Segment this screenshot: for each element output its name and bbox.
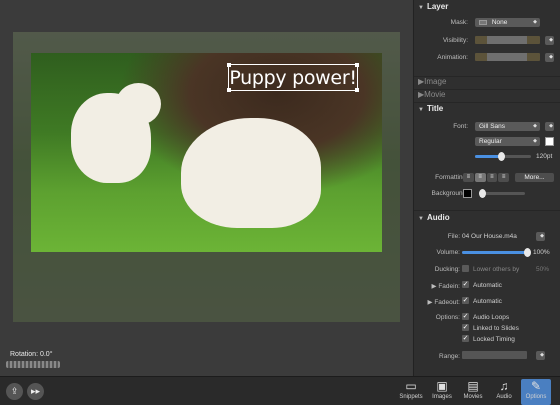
layer-section-header[interactable]: ▼ Layer <box>414 2 560 14</box>
volume-fill <box>462 251 528 254</box>
font-size-knob[interactable] <box>498 152 505 161</box>
align-left-icon[interactable]: ≡ <box>463 173 474 182</box>
visibility-menu[interactable]: ◆ <box>545 36 554 45</box>
visibility-range[interactable] <box>475 36 540 44</box>
popup-arrows-icon: ◆ <box>549 123 553 129</box>
volume-value: 100% <box>533 249 550 256</box>
rotation-slider[interactable] <box>6 361 60 368</box>
puppy-left-head <box>116 83 161 125</box>
volume-slider[interactable] <box>462 248 531 257</box>
disclosure-open-icon: ▼ <box>418 107 424 113</box>
movie-section-header[interactable]: ▶Movie <box>414 89 560 101</box>
title-text-box[interactable]: Puppy power! <box>227 63 359 92</box>
range-label: Range: <box>439 353 460 360</box>
animation-label: Animation: <box>437 54 468 61</box>
linked-to-slides-text: Linked to Slides <box>473 325 519 332</box>
fadein-text: Automatic <box>473 282 502 289</box>
ducking-text: Lower others by <box>473 266 520 273</box>
fadeout-label[interactable]: ▶ Fadeout: <box>414 298 460 306</box>
volume-label: Volume: <box>436 249 461 256</box>
volume-knob[interactable] <box>524 248 531 257</box>
file-name: 04 Our House.m4a <box>462 233 517 240</box>
puppy-right-head <box>201 148 261 198</box>
font-size-value: 120pt <box>536 153 553 160</box>
popup-arrows-icon: ◆ <box>533 123 537 129</box>
align-right-icon[interactable]: ≡ <box>486 173 498 182</box>
image-section-header[interactable]: ▶Image <box>414 76 560 88</box>
slide-canvas[interactable]: Puppy power! Rotation: 0.0° <box>0 0 412 376</box>
bottom-toolbar: ⇪ ▸▸ ▭ Snippets ▣ Images ▤ Movies ♫ Audi… <box>0 376 560 405</box>
movies-icon: ▤ <box>467 379 479 393</box>
fadeout-checkbox[interactable]: ✓ <box>462 297 469 304</box>
rotation-label: Rotation: 0.0° <box>10 351 53 358</box>
tool-images[interactable]: ▣ Images <box>427 379 457 405</box>
align-justify-icon[interactable]: ≡ <box>498 173 509 182</box>
range-control[interactable] <box>462 351 527 359</box>
background-label: Background: <box>431 190 469 197</box>
tool-movies[interactable]: ▤ Movies <box>458 379 488 405</box>
fadeout-text: Automatic <box>473 298 502 305</box>
popup-arrows-icon: ◆ <box>533 138 537 144</box>
tool-snippets[interactable]: ▭ Snippets <box>396 379 426 405</box>
formatting-label: Formatting: <box>435 174 468 181</box>
options-icon: ✎ <box>530 379 542 393</box>
popup-arrows-icon: ◆ <box>533 19 537 25</box>
range-menu[interactable]: ◆ <box>536 351 545 360</box>
share-icon[interactable]: ⇪ <box>6 383 23 400</box>
font-style-popup[interactable]: Regular ◆ <box>475 137 540 146</box>
fast-forward-icon[interactable]: ▸▸ <box>27 383 44 400</box>
background-opacity-slider[interactable] <box>479 189 525 198</box>
locked-timing-checkbox[interactable]: ✓ <box>462 335 469 342</box>
ducking-checkbox[interactable] <box>462 265 469 272</box>
file-label: File: <box>447 233 460 240</box>
disclosure-open-icon: ▼ <box>418 5 424 11</box>
fadein-label[interactable]: ▶ Fadein: <box>414 282 461 290</box>
audio-icon: ♫ <box>499 379 509 393</box>
visibility-label: Visibility: <box>442 37 468 44</box>
file-menu[interactable]: ◆ <box>536 232 545 241</box>
font-popup[interactable]: Gill Sans ◆ <box>475 122 540 131</box>
options-label: Options: <box>435 314 460 321</box>
popup-arrows-icon: ◆ <box>549 54 553 60</box>
font-menu[interactable]: ◆ <box>545 122 554 131</box>
text-color-well[interactable] <box>545 137 554 146</box>
audio-loops-text: Audio Loops <box>473 314 510 321</box>
popup-arrows-icon: ◆ <box>540 352 544 358</box>
locked-timing-text: Locked Timing <box>473 336 515 343</box>
align-center-icon[interactable]: ≡ <box>474 173 486 182</box>
mask-label: Mask: <box>450 19 468 26</box>
popup-arrows-icon: ◆ <box>540 233 544 239</box>
linked-to-slides-checkbox[interactable]: ✓ <box>462 324 469 331</box>
audio-section-header[interactable]: ▼ Audio <box>414 213 560 225</box>
alignment-segmented-control[interactable]: ≡ ≡ ≡ ≡ <box>463 173 509 182</box>
inspector-panel: ▼ Layer Mask: None ◆ Visibility: ◆ Animati… <box>413 0 560 376</box>
background-color-well[interactable] <box>463 189 472 198</box>
popup-arrows-icon: ◆ <box>549 37 553 43</box>
font-label: Font: <box>453 123 468 130</box>
animation-range[interactable] <box>475 53 540 61</box>
snippets-icon: ▭ <box>405 379 417 393</box>
disclosure-open-icon: ▼ <box>418 216 424 222</box>
mask-popup[interactable]: None ◆ <box>475 18 540 27</box>
tool-audio[interactable]: ♫ Audio <box>489 379 519 405</box>
more-button[interactable]: More... <box>515 173 554 182</box>
animation-menu[interactable]: ◆ <box>545 53 554 62</box>
audio-loops-checkbox[interactable]: ✓ <box>462 313 469 320</box>
images-icon: ▣ <box>436 379 448 393</box>
title-section-header[interactable]: ▼ Title <box>414 104 560 116</box>
tool-options[interactable]: ✎ Options <box>521 379 551 405</box>
ducking-value: 50% <box>536 266 550 273</box>
fadein-checkbox[interactable]: ✓ <box>462 281 469 288</box>
ducking-label: Ducking: <box>434 266 460 273</box>
background-opacity-knob[interactable] <box>479 189 486 198</box>
mask-swatch-icon <box>479 19 487 25</box>
title-text[interactable]: Puppy power! <box>229 67 357 89</box>
font-size-slider[interactable] <box>475 152 531 161</box>
